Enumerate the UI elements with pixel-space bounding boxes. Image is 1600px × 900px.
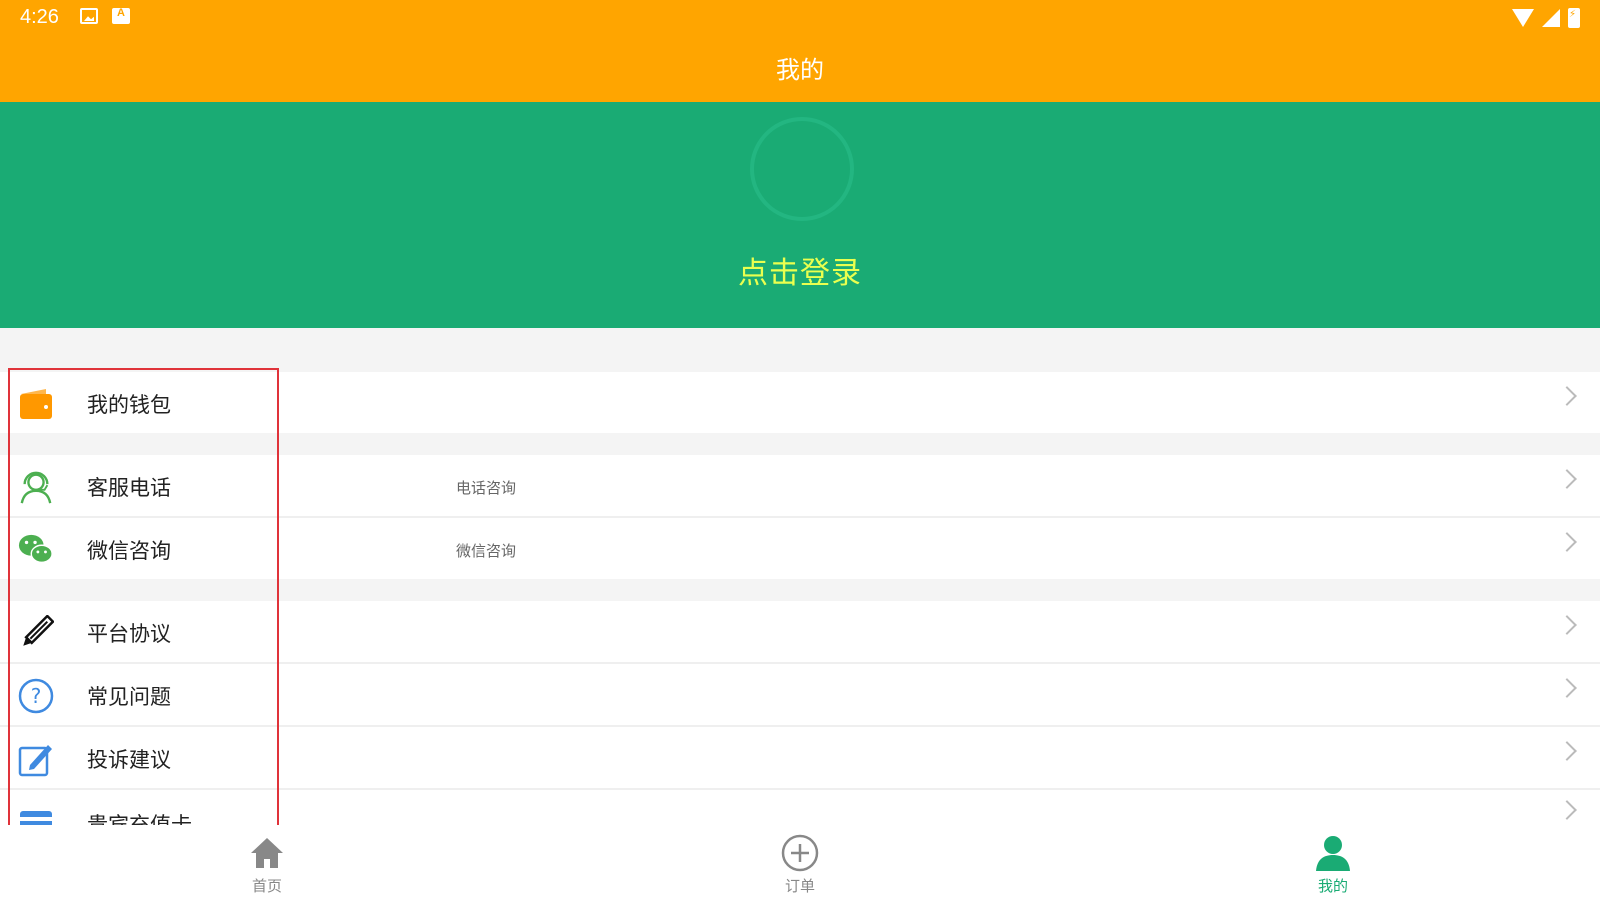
tab-label: 我的: [1317, 877, 1348, 895]
menu-item-faq[interactable]: ? 常见问题: [0, 664, 1600, 725]
menu-item-label: 贵宾充值卡: [87, 813, 192, 825]
plus-circle-icon: [780, 833, 820, 873]
menu-item-wallet[interactable]: 我的钱包: [0, 372, 1600, 433]
app-notification-icon: [112, 7, 130, 24]
menu-item-feedback[interactable]: 投诉建议: [0, 727, 1600, 788]
status-notification-icons: [80, 7, 130, 24]
chevron-right-icon: [1557, 386, 1577, 406]
menu-item-label: 平台协议: [87, 622, 171, 646]
image-notification-icon: [80, 8, 98, 24]
wifi-icon: [1512, 9, 1534, 27]
question-circle-icon: ?: [18, 678, 54, 714]
chevron-right-icon: [1557, 469, 1577, 489]
menu-item-service-phone[interactable]: 客服电话 电话咨询: [0, 455, 1600, 516]
menu-item-label: 投诉建议: [87, 748, 171, 772]
menu-item-agreement[interactable]: 平台协议: [0, 601, 1600, 662]
menu-item-subtitle: 微信咨询: [456, 542, 517, 560]
menu-item-vip-card[interactable]: 贵宾充值卡: [0, 790, 1600, 825]
menu-item-label: 客服电话: [87, 476, 171, 500]
tab-home[interactable]: 首页: [207, 825, 327, 900]
status-system-icons: [1512, 8, 1580, 28]
tab-label: 首页: [251, 877, 282, 895]
chevron-right-icon: [1557, 532, 1577, 552]
wechat-icon: [18, 532, 54, 568]
app-bar: 4:26 我的: [0, 0, 1600, 102]
headset-agent-icon: [18, 469, 54, 505]
tab-mine[interactable]: 我的: [1273, 825, 1393, 900]
page-title: 我的: [776, 56, 824, 84]
chevron-right-icon: [1557, 615, 1577, 635]
svg-text:?: ?: [31, 684, 42, 708]
person-icon: [1313, 833, 1353, 873]
tab-orders[interactable]: 订单: [740, 825, 860, 900]
menu-item-label: 微信咨询: [87, 539, 171, 563]
wallet-icon: [18, 386, 54, 422]
edit-square-icon: [18, 741, 54, 777]
login-link[interactable]: 点击登录: [0, 248, 1600, 292]
home-icon: [247, 833, 287, 873]
chevron-right-icon: [1557, 800, 1577, 820]
menu-item-label: 常见问题: [87, 685, 171, 709]
chevron-right-icon: [1557, 741, 1577, 761]
status-time: 4:26: [20, 6, 59, 28]
chevron-right-icon: [1557, 678, 1577, 698]
bottom-tab-bar: 首页 订单 我的: [0, 825, 1600, 900]
tab-label: 订单: [784, 877, 815, 895]
avatar[interactable]: [750, 117, 854, 221]
menu-item-label: 我的钱包: [87, 393, 171, 417]
pencil-icon: [18, 615, 54, 651]
menu-item-wechat[interactable]: 微信咨询 微信咨询: [0, 518, 1600, 579]
signal-icon: [1542, 9, 1560, 27]
menu-item-subtitle: 电话咨询: [456, 479, 517, 497]
battery-icon: [1568, 8, 1580, 28]
card-icon: [18, 808, 54, 825]
